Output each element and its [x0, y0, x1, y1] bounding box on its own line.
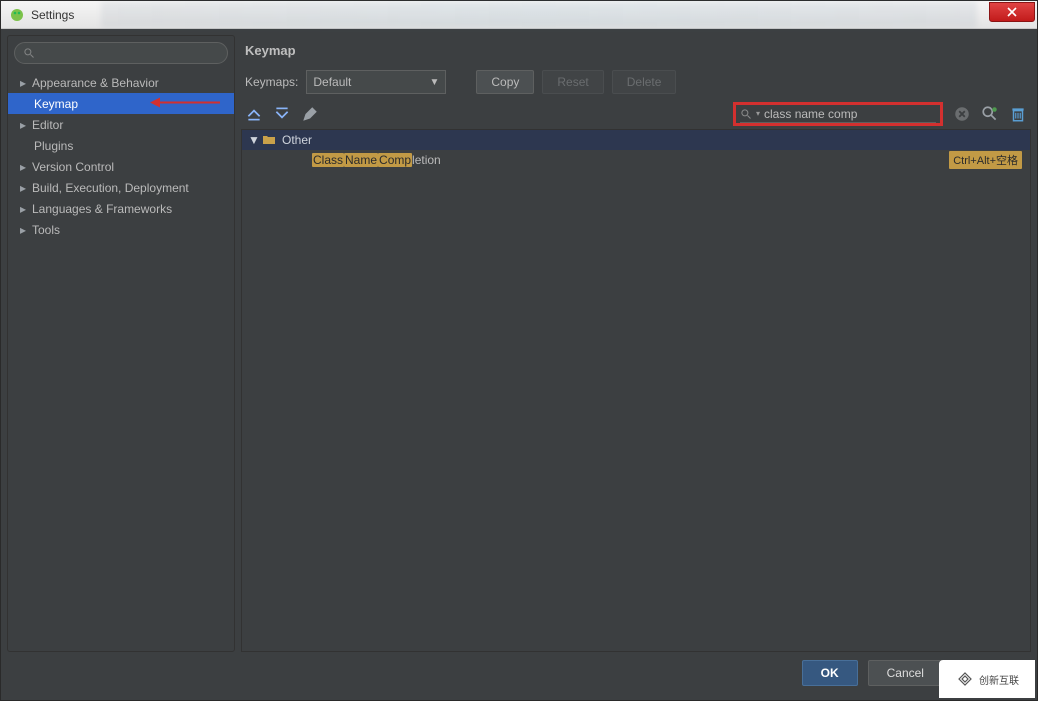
copy-button[interactable]: Copy: [476, 70, 534, 94]
folder-icon: [262, 133, 276, 147]
cancel-button-label: Cancel: [887, 666, 924, 680]
titlebar: Settings: [1, 1, 1037, 29]
shortcut-badge: Ctrl+Alt+空格: [949, 151, 1022, 169]
edit-icon[interactable]: [301, 105, 319, 123]
settings-tree[interactable]: ▸ Appearance & Behavior Keymap ▸ Editor: [8, 68, 234, 244]
window-title: Settings: [31, 8, 74, 22]
action-name: ClassNameCompletion: [312, 153, 441, 167]
reset-button[interactable]: Reset: [542, 70, 603, 94]
watermark: 创新互联: [939, 660, 1035, 698]
chevron-right-icon: ▸: [18, 223, 28, 237]
highlight: Comp: [378, 153, 412, 167]
watermark-icon: [955, 669, 975, 689]
chevron-down-icon: ▼: [248, 133, 258, 147]
ok-button[interactable]: OK: [802, 660, 858, 686]
sidebar-item-tools[interactable]: ▸ Tools: [8, 219, 234, 240]
main-panel: Keymap Keymaps: Default ▼ Copy Reset Del…: [241, 35, 1031, 652]
sidebar-item-label: Languages & Frameworks: [32, 202, 172, 216]
sidebar-item-editor[interactable]: ▸ Editor: [8, 114, 234, 135]
sidebar-search-input[interactable]: [41, 46, 219, 60]
keymaps-label: Keymaps:: [245, 75, 298, 89]
reset-button-label: Reset: [557, 75, 588, 89]
close-icon: [1007, 7, 1017, 17]
main-header: Keymap: [241, 35, 1031, 65]
page-title: Keymap: [245, 43, 296, 58]
highlight: Name: [344, 153, 378, 167]
sidebar-item-languages[interactable]: ▸ Languages & Frameworks: [8, 198, 234, 219]
sidebar-search[interactable]: [14, 42, 228, 64]
sidebar-item-label: Keymap: [34, 97, 78, 111]
chevron-right-icon: ▸: [18, 118, 28, 132]
dialog-footer: OK Cancel Apply: [7, 652, 1031, 694]
action-name-rest: letion: [412, 153, 441, 167]
search-icon: [740, 108, 752, 120]
delete-button-label: Delete: [627, 75, 662, 89]
sidebar-item-label: Appearance & Behavior: [32, 76, 159, 90]
sidebar-item-plugins[interactable]: Plugins: [8, 135, 234, 156]
sidebar-item-version-control[interactable]: ▸ Version Control: [8, 156, 234, 177]
content-row: ▸ Appearance & Behavior Keymap ▸ Editor: [7, 35, 1031, 652]
tree-group-other[interactable]: ▼ Other: [242, 130, 1030, 150]
dialog-body: ▸ Appearance & Behavior Keymap ▸ Editor: [1, 29, 1037, 700]
find-by-shortcut-icon[interactable]: [981, 105, 999, 123]
annotation-arrow: [150, 96, 220, 111]
sidebar-search-wrap: [8, 36, 234, 68]
sidebar-item-label: Build, Execution, Deployment: [32, 181, 189, 195]
sidebar-item-keymap[interactable]: Keymap: [8, 93, 234, 114]
clear-search-icon[interactable]: [953, 105, 971, 123]
delete-button[interactable]: Delete: [612, 70, 677, 94]
expand-all-icon[interactable]: [245, 105, 263, 123]
sidebar-item-build[interactable]: ▸ Build, Execution, Deployment: [8, 177, 234, 198]
search-icon: [23, 47, 35, 59]
cancel-button[interactable]: Cancel: [868, 660, 943, 686]
sidebar-inner: ▸ Appearance & Behavior Keymap ▸ Editor: [7, 35, 235, 652]
sidebar-item-label: Tools: [32, 223, 60, 237]
close-button[interactable]: [989, 2, 1035, 22]
copy-button-label: Copy: [491, 75, 519, 89]
keymap-selected-value: Default: [313, 75, 351, 89]
trash-icon[interactable]: [1009, 105, 1027, 123]
chevron-right-icon: ▸: [18, 202, 28, 216]
ok-button-label: OK: [821, 666, 839, 680]
highlight: Class: [312, 153, 344, 167]
keymap-selector-row: Keymaps: Default ▼ Copy Reset Delete: [241, 65, 1031, 99]
action-search-highlight: ▾: [733, 102, 943, 126]
keymap-select[interactable]: Default ▼: [306, 70, 446, 94]
tree-group-label: Other: [282, 133, 312, 147]
background-blur: [101, 1, 977, 28]
sidebar-item-label: Version Control: [32, 160, 114, 174]
chevron-right-icon: ▸: [18, 181, 28, 195]
tree-item-class-name-completion[interactable]: ClassNameCompletion Ctrl+Alt+空格: [242, 150, 1030, 170]
search-options-icon[interactable]: ▾: [756, 109, 760, 118]
chevron-right-icon: ▸: [18, 76, 28, 90]
action-search-input[interactable]: [764, 107, 936, 121]
action-search[interactable]: ▾: [740, 105, 936, 123]
watermark-text: 创新互联: [979, 672, 1019, 687]
sidebar: ▸ Appearance & Behavior Keymap ▸ Editor: [7, 35, 235, 652]
action-tree[interactable]: ▼ Other ClassNameCompletion Ctrl+Alt+空格: [241, 129, 1031, 652]
chevron-down-icon: ▼: [429, 77, 439, 88]
keymap-toolbar: ▾: [241, 99, 1031, 129]
sidebar-item-label: Plugins: [34, 139, 73, 153]
sidebar-item-label: Editor: [32, 118, 63, 132]
chevron-right-icon: ▸: [18, 160, 28, 174]
sidebar-item-appearance[interactable]: ▸ Appearance & Behavior: [8, 72, 234, 93]
settings-window: Settings ▸ A: [0, 0, 1038, 701]
app-icon: [9, 7, 25, 23]
collapse-all-icon[interactable]: [273, 105, 291, 123]
